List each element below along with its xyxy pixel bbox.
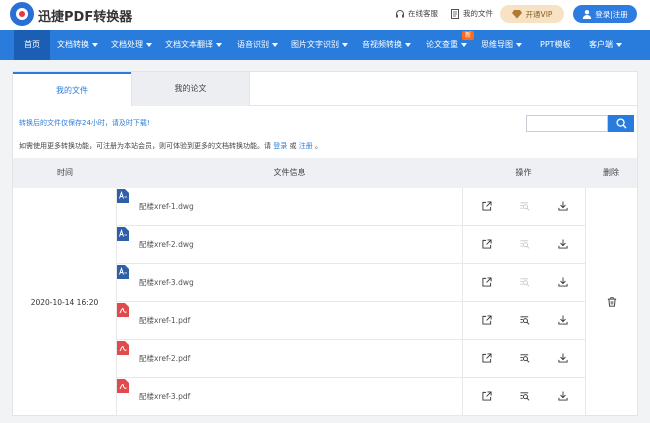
file-name: 配楼xref-2.pdf — [139, 354, 191, 363]
file-row: 配楼xref-2.dwg — [117, 226, 585, 264]
search-icon — [615, 118, 627, 129]
dwg-file-icon — [117, 264, 129, 279]
file-name: 配楼xref-1.pdf — [139, 316, 191, 325]
upload-time: 2020-10-14 16:20 — [13, 188, 117, 416]
customer-service-link[interactable]: 在线客服 — [395, 8, 438, 19]
brand-logo-icon[interactable] — [10, 2, 34, 26]
table-header: 时间 文件信息 操作 删除 — [13, 158, 637, 188]
headset-icon — [396, 9, 404, 17]
caret-down-icon — [461, 42, 467, 47]
external-link-icon[interactable] — [482, 201, 493, 212]
file-name: 配楼xref-3.pdf — [139, 392, 191, 401]
brand-name[interactable]: 迅捷PDF转换器 — [38, 6, 132, 25]
download-icon[interactable] — [558, 315, 569, 326]
retention-notice: 转换后的文件仅保存24小时，请及时下载! — [19, 119, 150, 127]
file-row: 配楼xref-3.pdf — [117, 378, 585, 416]
file-operations — [462, 340, 585, 378]
external-link-icon[interactable] — [482, 239, 493, 250]
download-icon[interactable] — [558, 277, 569, 288]
file-name: 配楼xref-3.dwg — [139, 278, 194, 287]
nav-item-av-convert[interactable]: 音视频转换 — [362, 30, 411, 60]
nav-item-home[interactable]: 首页 — [14, 30, 50, 60]
header-operations: 操作 — [515, 168, 532, 177]
document-icon — [451, 8, 459, 19]
preview-search-icon[interactable] — [520, 277, 531, 288]
file-operations — [462, 264, 585, 302]
header-delete: 删除 — [603, 168, 619, 177]
file-operations — [462, 378, 585, 416]
dwg-file-icon — [117, 226, 129, 241]
file-row: 配楼xref-1.dwg — [117, 188, 585, 226]
files-panel: 我的文件 我的论文 转换后的文件仅保存24小时，请及时下载! 如需使用更多转换功… — [12, 71, 638, 416]
caret-down-icon — [272, 42, 278, 47]
nav-item-ocr[interactable]: 图片文字识别 — [291, 30, 348, 60]
main-nav: 首页 文档转换 文档处理 文档文本翻译 语音识别 图片文字识别 音视频转换 论文… — [0, 30, 650, 60]
header-time: 时间 — [57, 168, 73, 177]
login-link[interactable]: 登录 — [273, 142, 287, 150]
file-operations — [462, 302, 585, 340]
tab-my-papers[interactable]: 我的论文 — [131, 72, 249, 106]
preview-search-icon[interactable] — [520, 353, 531, 364]
preview-search-icon[interactable] — [520, 239, 531, 250]
nav-item-doc-convert[interactable]: 文档转换 — [57, 30, 98, 60]
nav-item-ppt[interactable]: PPT模板 — [540, 30, 571, 60]
tab-my-files[interactable]: 我的文件 — [13, 72, 131, 106]
nav-item-doc-process[interactable]: 文档处理 — [111, 30, 152, 60]
download-icon[interactable] — [558, 201, 569, 212]
external-link-icon[interactable] — [482, 277, 493, 288]
search-input[interactable] — [526, 115, 608, 132]
pdf-file-icon — [117, 340, 129, 355]
pdf-file-icon — [117, 378, 129, 393]
caret-down-icon — [616, 42, 622, 47]
download-icon[interactable] — [558, 353, 569, 364]
user-icon — [583, 10, 592, 19]
nav-item-mindmap[interactable]: 思维导图 — [481, 30, 522, 60]
top-bar: 迅捷PDF转换器 在线客服 我的文件 开通VIP 登录|注册 — [0, 0, 650, 30]
diamond-icon — [511, 10, 522, 19]
member-hint: 如需使用更多转换功能，可注册为本站会员，则可体验到更多的文档转换功能。请 登录 … — [19, 142, 322, 150]
external-link-icon[interactable] — [482, 315, 493, 326]
preview-search-icon[interactable] — [520, 315, 531, 326]
file-name: 配楼xref-2.dwg — [139, 240, 194, 249]
open-vip-button[interactable]: 开通VIP — [500, 5, 564, 23]
preview-search-icon[interactable] — [520, 391, 531, 402]
caret-down-icon — [92, 42, 98, 47]
tab-bar-filler — [249, 72, 638, 106]
trash-icon[interactable] — [607, 297, 617, 307]
nav-item-translate[interactable]: 文档文本翻译 — [165, 30, 222, 60]
search-button[interactable] — [608, 115, 634, 132]
file-row: 配楼xref-2.pdf — [117, 340, 585, 378]
caret-down-icon — [342, 42, 348, 47]
nav-item-client[interactable]: 客户端 — [589, 30, 622, 60]
file-operations — [462, 226, 585, 264]
download-icon[interactable] — [558, 391, 569, 402]
register-link[interactable]: 注册 — [299, 142, 313, 150]
nav-item-speech[interactable]: 语音识别 — [237, 30, 278, 60]
customer-service-label: 在线客服 — [408, 9, 438, 18]
preview-search-icon[interactable] — [520, 201, 531, 212]
my-files-label: 我的文件 — [463, 9, 493, 18]
file-name: 配楼xref-1.dwg — [139, 202, 194, 211]
header-file-info: 文件信息 — [273, 168, 306, 177]
caret-down-icon — [146, 42, 152, 47]
nav-item-thesis-check[interactable]: 论文查重 — [426, 30, 467, 60]
pdf-file-icon — [117, 302, 129, 317]
caret-down-icon — [405, 42, 411, 47]
download-icon[interactable] — [558, 239, 569, 250]
caret-down-icon — [216, 42, 222, 47]
dwg-file-icon — [117, 188, 129, 203]
delete-cell — [585, 188, 637, 416]
new-badge: 新 — [462, 31, 474, 40]
file-operations — [462, 188, 585, 226]
login-register-button[interactable]: 登录|注册 — [573, 5, 637, 23]
external-link-icon[interactable] — [482, 391, 493, 402]
login-label: 登录|注册 — [595, 9, 628, 19]
file-row: 配楼xref-3.dwg — [117, 264, 585, 302]
my-files-link[interactable]: 我的文件 — [450, 8, 493, 19]
file-row: 配楼xref-1.pdf — [117, 302, 585, 340]
external-link-icon[interactable] — [482, 353, 493, 364]
caret-down-icon — [516, 42, 522, 47]
vip-label: 开通VIP — [525, 9, 553, 19]
